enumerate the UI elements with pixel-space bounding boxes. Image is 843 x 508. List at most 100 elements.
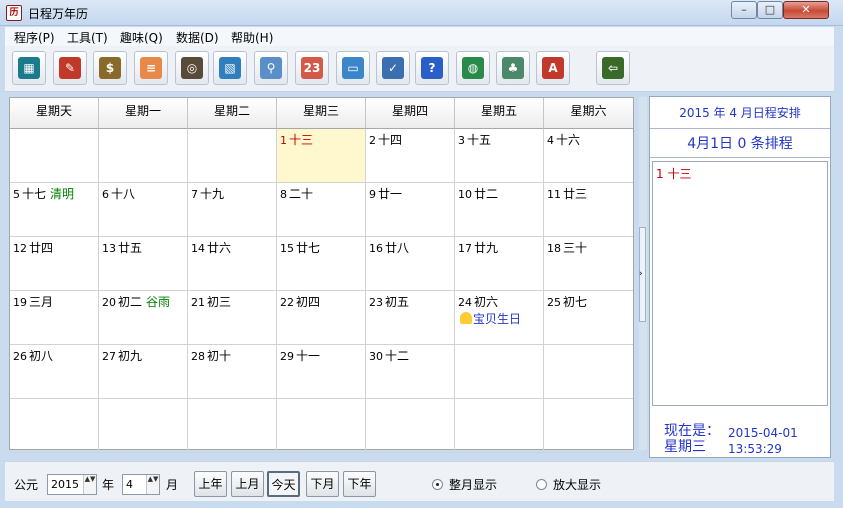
- view-zoom-radio[interactable]: [536, 479, 547, 490]
- help-button[interactable]: ?: [415, 51, 449, 85]
- picture-button[interactable]: ▧: [213, 51, 247, 85]
- font-button[interactable]: A: [536, 51, 570, 85]
- notebook-button[interactable]: ✎: [53, 51, 87, 85]
- day-cell[interactable]: 12 廿四: [10, 237, 99, 291]
- empty-day-cell[interactable]: [544, 345, 633, 399]
- next-year-button[interactable]: 下年: [343, 471, 376, 497]
- day-cell[interactable]: 26 初八: [10, 345, 99, 399]
- year-value[interactable]: 2015: [51, 478, 79, 491]
- expand-arrow-icon[interactable]: ›: [639, 269, 643, 279]
- maximize-button[interactable]: □: [757, 1, 783, 19]
- day-cell[interactable]: 24 初六 宝贝生日: [455, 291, 544, 345]
- calendar-button[interactable]: 23: [295, 51, 329, 85]
- empty-day-cell[interactable]: [188, 129, 277, 183]
- empty-day-cell[interactable]: [99, 399, 188, 453]
- day-number: 15: [280, 242, 294, 255]
- weekday-header: 星期一: [99, 98, 188, 129]
- checklist-button[interactable]: ✓: [376, 51, 410, 85]
- schedule-entry[interactable]: 1 十三: [656, 165, 691, 182]
- calculator-button[interactable]: ▦: [12, 51, 46, 85]
- menu-program[interactable]: 程序(P): [14, 29, 55, 46]
- day-cell[interactable]: 14 廿六: [188, 237, 277, 291]
- weekday-header: 星期天: [10, 98, 99, 129]
- weekday-header: 星期四: [366, 98, 455, 129]
- now-value-group: 2015-04-01 13:53:29: [728, 425, 798, 457]
- day-number: 18: [547, 242, 561, 255]
- view-full-radio[interactable]: [432, 479, 443, 490]
- globe-button[interactable]: ◍: [456, 51, 490, 85]
- menu-tools[interactable]: 工具(T): [67, 29, 108, 46]
- day-cell[interactable]: 8 二十: [277, 183, 366, 237]
- prev-month-button[interactable]: 上月: [231, 471, 264, 497]
- now-time: 13:53:29: [728, 442, 782, 456]
- empty-day-cell[interactable]: [10, 399, 99, 453]
- birthday-cake-icon: [460, 312, 472, 324]
- day-cell[interactable]: 3 十五: [455, 129, 544, 183]
- empty-day-cell[interactable]: [455, 345, 544, 399]
- empty-day-cell[interactable]: [366, 399, 455, 453]
- minimize-button[interactable]: –: [731, 1, 757, 19]
- empty-day-cell[interactable]: [277, 399, 366, 453]
- day-cell[interactable]: 10 廿二: [455, 183, 544, 237]
- memo-button[interactable]: ≡: [134, 51, 168, 85]
- empty-day-cell[interactable]: [10, 129, 99, 183]
- day-cell[interactable]: 7 十九: [188, 183, 277, 237]
- year-stepper[interactable]: 2015 ▲▼: [47, 474, 97, 495]
- day-cell[interactable]: 16 廿八: [366, 237, 455, 291]
- lunar-date: 廿一: [378, 187, 403, 201]
- year-spin-arrows-icon[interactable]: ▲▼: [83, 475, 96, 494]
- prev-year-button[interactable]: 上年: [194, 471, 227, 497]
- menu-help[interactable]: 帮助(H): [231, 29, 273, 46]
- film-button[interactable]: ◎: [175, 51, 209, 85]
- day-cell[interactable]: 27 初九: [99, 345, 188, 399]
- day-cell[interactable]: 20 初二 谷雨: [99, 291, 188, 345]
- lunar-date: 初十: [207, 349, 232, 363]
- lunar-date: 廿七: [296, 241, 321, 255]
- day-cell[interactable]: 30 十二: [366, 345, 455, 399]
- day-cell[interactable]: 21 初三: [188, 291, 277, 345]
- month-stepper[interactable]: 4 ▲▼: [122, 474, 160, 495]
- menu-data[interactable]: 数据(D): [176, 29, 219, 46]
- empty-day-cell[interactable]: [544, 399, 633, 453]
- monitor-button[interactable]: ▭: [336, 51, 370, 85]
- day-cell[interactable]: 5 十七 清明: [10, 183, 99, 237]
- next-month-button[interactable]: 下月: [306, 471, 339, 497]
- solar-term: 谷雨: [146, 295, 171, 309]
- day-cell[interactable]: 28 初十: [188, 345, 277, 399]
- schedule-list[interactable]: 1 十三: [652, 161, 828, 406]
- day-cell[interactable]: 25 初七: [544, 291, 633, 345]
- day-cell[interactable]: 19 三月: [10, 291, 99, 345]
- month-value[interactable]: 4: [126, 478, 133, 491]
- panel-splitter[interactable]: ›: [639, 97, 647, 450]
- day-cell[interactable]: 6 十八: [99, 183, 188, 237]
- day-cell[interactable]: 11 廿三: [544, 183, 633, 237]
- money-bag-button[interactable]: $: [93, 51, 127, 85]
- day-cell[interactable]: 2 十四: [366, 129, 455, 183]
- day-cell[interactable]: 4 十六: [544, 129, 633, 183]
- month-spin-arrows-icon[interactable]: ▲▼: [146, 475, 159, 494]
- empty-day-cell[interactable]: [99, 129, 188, 183]
- day-cell[interactable]: 23 初五: [366, 291, 455, 345]
- exit-door-button[interactable]: ⇦: [596, 51, 630, 85]
- day-cell[interactable]: 9 廿一: [366, 183, 455, 237]
- empty-day-cell[interactable]: [188, 399, 277, 453]
- day-cell[interactable]: 29 十一: [277, 345, 366, 399]
- day-cell[interactable]: 17 廿九: [455, 237, 544, 291]
- day-cell[interactable]: 1 十三: [277, 129, 366, 183]
- view-zoom-label[interactable]: 放大显示: [553, 476, 601, 493]
- close-button[interactable]: ✕: [783, 1, 829, 19]
- menu-fun[interactable]: 趣味(Q): [120, 29, 163, 46]
- day-cell[interactable]: 15 廿七: [277, 237, 366, 291]
- magnifier-button[interactable]: ⚲: [254, 51, 288, 85]
- empty-day-cell[interactable]: [455, 399, 544, 453]
- day-number: 26: [13, 350, 27, 363]
- schedule-title: 2015 年 4 月日程安排: [650, 97, 830, 129]
- event-note[interactable]: 宝贝生日: [460, 311, 543, 327]
- stamp-button[interactable]: ♣: [496, 51, 530, 85]
- view-full-label[interactable]: 整月显示: [449, 476, 497, 493]
- day-cell[interactable]: 18 三十: [544, 237, 633, 291]
- lunar-date: 初八: [29, 349, 54, 363]
- day-cell[interactable]: 13 廿五: [99, 237, 188, 291]
- day-cell[interactable]: 22 初四: [277, 291, 366, 345]
- today-button[interactable]: 今天: [267, 471, 300, 497]
